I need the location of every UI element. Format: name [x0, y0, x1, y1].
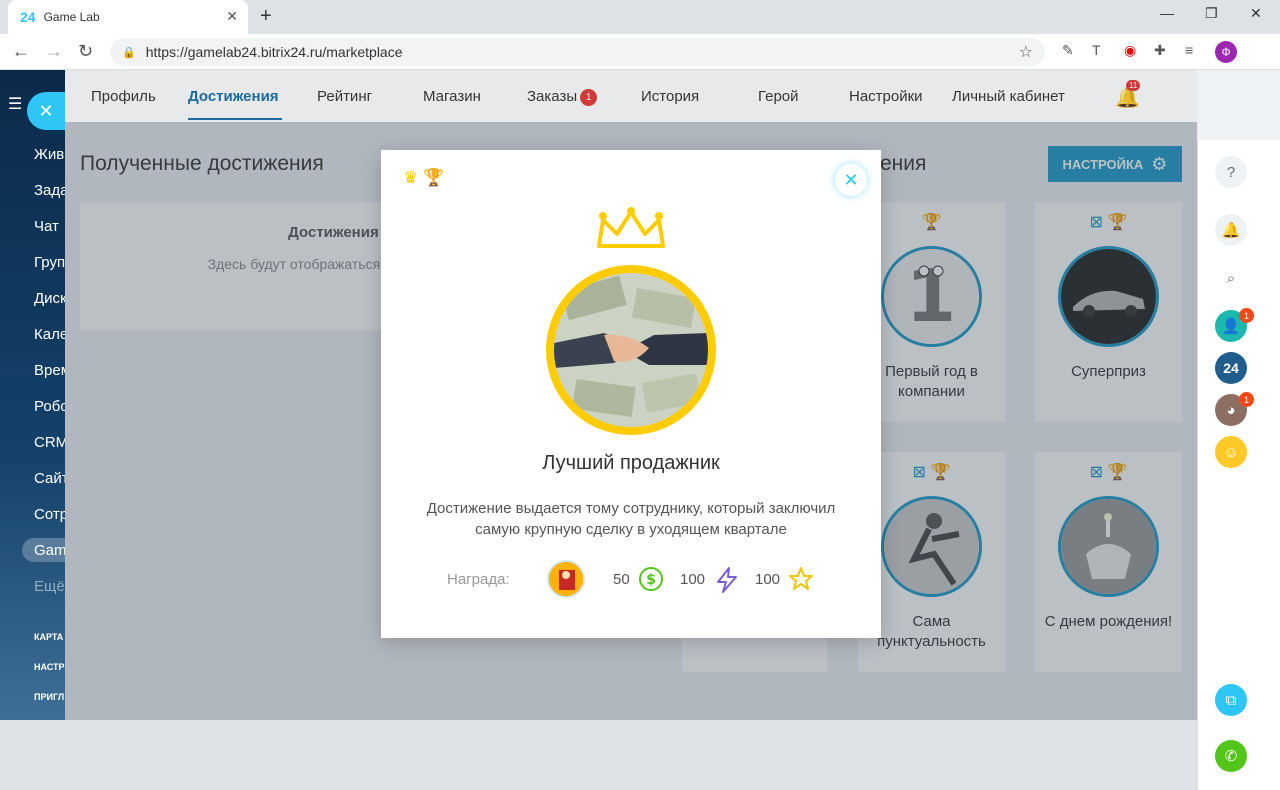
bitrix24-logo[interactable]: 24: [1215, 352, 1247, 384]
menu-item[interactable]: Чат: [34, 218, 59, 235]
menu-item[interactable]: Зада: [34, 182, 65, 199]
menu-item[interactable]: CRM: [34, 434, 65, 451]
left-menu: ☰ Жив Зада Чат Груп Диск Кале Врем Робо …: [0, 70, 65, 720]
extension-pen-icon[interactable]: ✎: [1062, 42, 1074, 59]
user-avatar-badge: 1: [1239, 392, 1254, 407]
help-icon[interactable]: ?: [1215, 156, 1247, 188]
menu-item[interactable]: Сотр: [34, 506, 65, 523]
menu-item-gamelab[interactable]: Gam: [34, 542, 65, 559]
close-slider-button[interactable]: ✕: [27, 92, 65, 130]
svg-text:$: $: [646, 572, 656, 588]
reward-label: Награда:: [447, 571, 510, 588]
star-icon: [788, 566, 814, 597]
modal-description: Достижение выдается тому сотруднику, кот…: [426, 500, 836, 538]
menu-burger-icon[interactable]: ☰: [8, 94, 22, 114]
menu-item[interactable]: Жив: [34, 146, 64, 163]
tab-title: Game Lab: [43, 10, 100, 24]
address-bar[interactable]: 🔒 https://gamelab24.bitrix24.ru/marketpl…: [110, 38, 1045, 66]
achievement-modal: ♛ 🏆 ✕ Лучший продажник Достижение выдает…: [381, 150, 881, 638]
restore-icon[interactable]: ❐: [1205, 5, 1218, 22]
modal-title: Лучший продажник: [542, 452, 720, 474]
menu-item-more[interactable]: Ещё: [34, 578, 65, 595]
user-avatar[interactable]: ☺: [1215, 436, 1247, 468]
extension-opera-icon[interactable]: ◉: [1124, 42, 1136, 59]
browser-toolbar: ← → ↻ 🔒 https://gamelab24.bitrix24.ru/ma…: [0, 34, 1280, 70]
menu-item[interactable]: Диск: [34, 290, 65, 307]
tab-close-icon[interactable]: ✕: [226, 8, 238, 25]
back-icon[interactable]: ←: [12, 41, 30, 62]
contact-badge: 1: [1239, 308, 1254, 323]
menu-item[interactable]: Кале: [34, 326, 65, 343]
url-text: https://gamelab24.bitrix24.ru/marketplac…: [145, 44, 403, 60]
extension-translate-icon[interactable]: T: [1092, 42, 1101, 58]
reload-icon[interactable]: ↻: [78, 41, 93, 62]
menu-small-item[interactable]: КАРТА: [34, 632, 63, 642]
crown-icon: ♛: [403, 168, 419, 187]
bitrix24-favicon-icon: 24: [20, 9, 36, 25]
lock-icon: 🔒: [122, 46, 136, 59]
menu-item[interactable]: Врем: [34, 362, 65, 379]
notifications-bell-icon[interactable]: 🔔: [1215, 214, 1247, 246]
reward-stars-value: 100: [755, 571, 781, 588]
reward-coins-value: 50: [613, 571, 630, 588]
minimize-icon[interactable]: —: [1160, 5, 1174, 21]
menu-item[interactable]: Груп: [34, 254, 65, 271]
right-panel: ? 🔔 ⌕ 👤 1 24 ◕ 1 ☺ ⧉ ✆: [1197, 140, 1280, 790]
trophy-icon: 🏆: [422, 168, 445, 187]
reward-item-avatar: [547, 560, 585, 598]
phone-icon[interactable]: ✆: [1215, 740, 1247, 772]
modal-close-button[interactable]: ✕: [835, 164, 867, 196]
dollar-coin-icon: $: [638, 566, 664, 597]
media-queue-icon[interactable]: ≡: [1185, 42, 1193, 58]
menu-small-item[interactable]: НАСТР: [34, 662, 65, 672]
overlay-top: [65, 70, 1197, 122]
menu-item[interactable]: Робо: [34, 398, 65, 415]
crown-icon: [593, 206, 669, 259]
reward-energy-value: 100: [680, 571, 706, 588]
screen-share-icon[interactable]: ⧉: [1215, 684, 1247, 716]
extensions-puzzle-icon[interactable]: ✚: [1154, 42, 1166, 59]
modal-top-icons: ♛ 🏆: [403, 168, 444, 188]
window-close-icon[interactable]: ✕: [1250, 5, 1262, 22]
browser-tab-strip: 24 Game Lab ✕ + — ❐ ✕: [0, 0, 1280, 34]
menu-item[interactable]: Сайт: [34, 470, 65, 487]
forward-icon[interactable]: →: [45, 41, 63, 62]
browser-profile-avatar[interactable]: Ф: [1215, 41, 1237, 63]
menu-small-item[interactable]: ПРИГЛ: [34, 692, 64, 702]
achievement-image: [546, 265, 716, 435]
browser-tab[interactable]: 24 Game Lab ✕: [8, 0, 248, 34]
new-tab-icon[interactable]: +: [260, 5, 272, 28]
bookmark-star-icon[interactable]: ☆: [1019, 42, 1033, 62]
search-icon[interactable]: ⌕: [1215, 262, 1247, 294]
lightning-icon: [714, 566, 740, 599]
